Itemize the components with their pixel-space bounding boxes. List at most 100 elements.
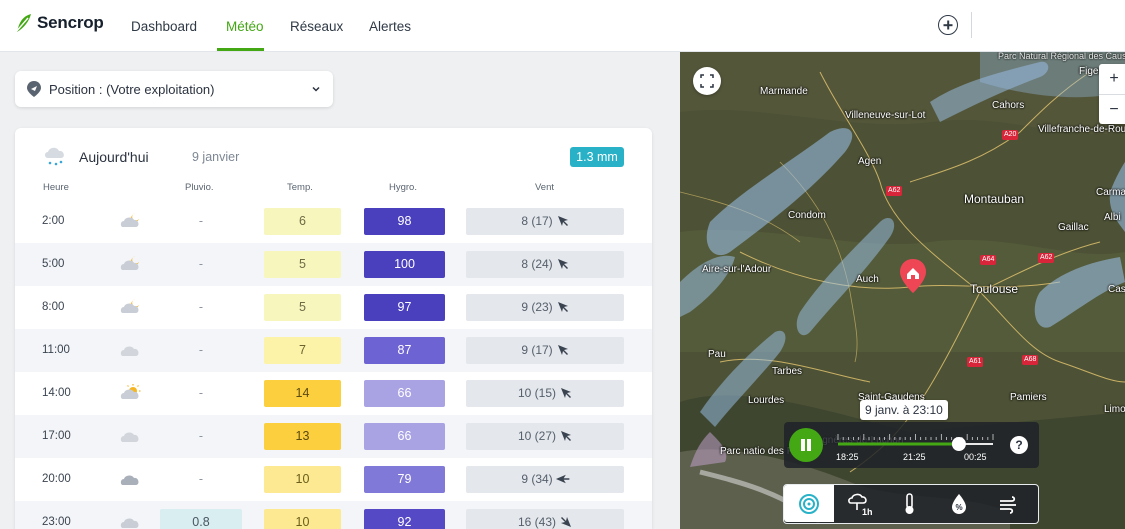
map-place-label: Aire-sur-l'Adour <box>702 264 772 275</box>
pause-button[interactable] <box>789 428 823 462</box>
row-time: 17:00 <box>42 430 71 442</box>
map-place-label: Parc Natural Régional des Causses du Que… <box>998 52 1125 61</box>
col-header-hygro: Hygro. <box>389 182 417 193</box>
row-wind: 10 (27) <box>466 423 624 450</box>
map-place-label: Albi <box>1104 212 1121 223</box>
row-wind: 9 (34) <box>466 466 624 493</box>
thermometer-icon <box>905 493 914 514</box>
cloud-moon-icon <box>120 213 139 227</box>
row-rain: - <box>198 214 204 228</box>
wind-icon <box>1000 496 1016 514</box>
fullscreen-button[interactable] <box>693 67 721 95</box>
row-hygro: 66 <box>364 380 445 407</box>
layer-temperature-button[interactable] <box>884 485 934 522</box>
sencrop-logo[interactable]: Sencrop <box>14 12 104 34</box>
row-time: 23:00 <box>42 516 71 528</box>
timeline-track <box>837 434 994 451</box>
map-place-label: Auch <box>856 274 879 285</box>
row-temp: 10 <box>264 509 341 529</box>
row-rain: - <box>198 386 204 400</box>
row-temp: 14 <box>264 380 341 407</box>
map-place-label: Cas <box>1108 284 1125 295</box>
layer-radar-button[interactable] <box>784 485 834 522</box>
road-badge: A62 <box>1038 253 1055 263</box>
cloud-icon <box>120 432 139 442</box>
radar-player: 18:25 21:25 00:25 ? <box>784 422 1039 468</box>
forecast-row: 8:00 - 5 97 9 (23) <box>15 286 652 329</box>
row-temp: 13 <box>264 423 341 450</box>
map-place-label: Tarbes <box>772 366 803 377</box>
timeline-end-label: 00:25 <box>964 452 987 462</box>
add-circle-icon[interactable] <box>938 15 958 35</box>
map-place-label: Villefranche-de-Rou <box>1038 124 1125 135</box>
zoom-out-button[interactable]: − <box>1099 94 1125 124</box>
row-wind-value: 8 (24) <box>521 257 553 271</box>
map-place-label: Agen <box>858 156 882 167</box>
row-wind-value: 10 (15) <box>517 386 557 400</box>
forecast-row: 14:00 - 14 66 10 (15) <box>15 372 652 415</box>
row-wind-value: 9 (34) <box>521 472 553 486</box>
forecast-row: 23:00 0.8 10 92 16 (43) <box>15 501 652 529</box>
row-wind: 10 (15) <box>466 380 624 407</box>
position-dropdown[interactable]: Position : (Votre exploitation) <box>15 71 333 107</box>
forecast-row: 17:00 - 13 66 10 (27) <box>15 415 652 458</box>
row-rain: - <box>198 343 204 357</box>
row-hygro: 100 <box>364 251 445 278</box>
nav-alertes[interactable]: Alertes <box>369 19 411 34</box>
radar-map[interactable]: Marmande Villeneuve-sur-Lot Cahors Agen Mont… <box>680 52 1125 529</box>
forecast-row: 5:00 - 5 100 8 (24) <box>15 243 652 286</box>
cloud-rain-icon <box>120 518 139 528</box>
row-wind: 8 (24) <box>466 251 624 278</box>
row-wind-value: 8 (17) <box>521 214 553 228</box>
row-rain: - <box>198 429 204 443</box>
cloud-moon-icon <box>120 256 139 270</box>
map-place-label: Condom <box>788 210 826 221</box>
layer-rain-1h-button[interactable]: 1h <box>834 485 884 522</box>
cloud-dark-icon <box>120 475 139 485</box>
timeline-thumb <box>951 437 966 451</box>
wind-direction-icon <box>557 302 568 312</box>
row-hygro: 66 <box>364 423 445 450</box>
timeline-slider[interactable]: 18:25 21:25 00:25 <box>836 432 996 462</box>
layer-badge-text: 1h <box>862 507 873 517</box>
wind-direction-icon <box>557 259 568 269</box>
map-place-label: Limo <box>1104 404 1125 415</box>
row-wind-value: 10 (27) <box>517 429 557 443</box>
help-button[interactable]: ? <box>1010 436 1028 454</box>
farm-location-marker[interactable] <box>900 259 926 293</box>
top-navbar: Sencrop Dashboard Météo Réseaux Alertes <box>0 0 1125 52</box>
layer-wind-button[interactable] <box>984 485 1034 522</box>
road-badge: A61 <box>967 357 984 367</box>
cloud-rain-icon <box>45 147 64 166</box>
forecast-header: Aujourd'hui 9 janvier 1.3 mm <box>15 128 652 180</box>
svg-text:%: % <box>956 503 963 512</box>
rain-total-badge: 1.3 mm <box>570 147 624 167</box>
map-place-label: Cahors <box>992 100 1025 111</box>
row-wind-value: 9 (23) <box>521 300 553 314</box>
nav-meteo[interactable]: Météo <box>226 19 264 34</box>
layer-humidity-button[interactable]: % <box>934 485 984 522</box>
row-wind: 9 (17) <box>466 337 624 364</box>
row-temp: 7 <box>264 337 341 364</box>
forecast-card: Aujourd'hui 9 janvier 1.3 mm Heure Pluvi… <box>15 128 652 529</box>
cloud-icon <box>120 346 139 356</box>
row-hygro: 92 <box>364 509 445 529</box>
zoom-in-button[interactable]: + <box>1099 64 1125 94</box>
nav-dashboard[interactable]: Dashboard <box>131 19 197 34</box>
row-time: 8:00 <box>42 301 65 313</box>
position-label: Position : (Votre exploitation) <box>49 81 215 97</box>
map-place-label: Carmaux <box>1096 187 1125 198</box>
wind-direction-icon <box>561 431 572 441</box>
nav-reseaux[interactable]: Réseaux <box>290 19 343 34</box>
wind-direction-icon <box>557 216 568 226</box>
chevron-down-icon <box>312 86 320 92</box>
forecast-row: 2:00 - 6 98 8 (17) <box>15 200 652 243</box>
location-pin-icon <box>27 81 41 97</box>
road-badge: A64 <box>980 255 997 265</box>
map-place-label: Pamiers <box>1010 392 1047 403</box>
rain-1h-icon: 1h <box>848 493 873 517</box>
row-wind-value: 9 (17) <box>521 343 553 357</box>
row-wind-value: 16 (43) <box>517 515 557 529</box>
map-place-label: Villeneuve-sur-Lot <box>845 110 926 121</box>
row-temp: 5 <box>264 251 341 278</box>
